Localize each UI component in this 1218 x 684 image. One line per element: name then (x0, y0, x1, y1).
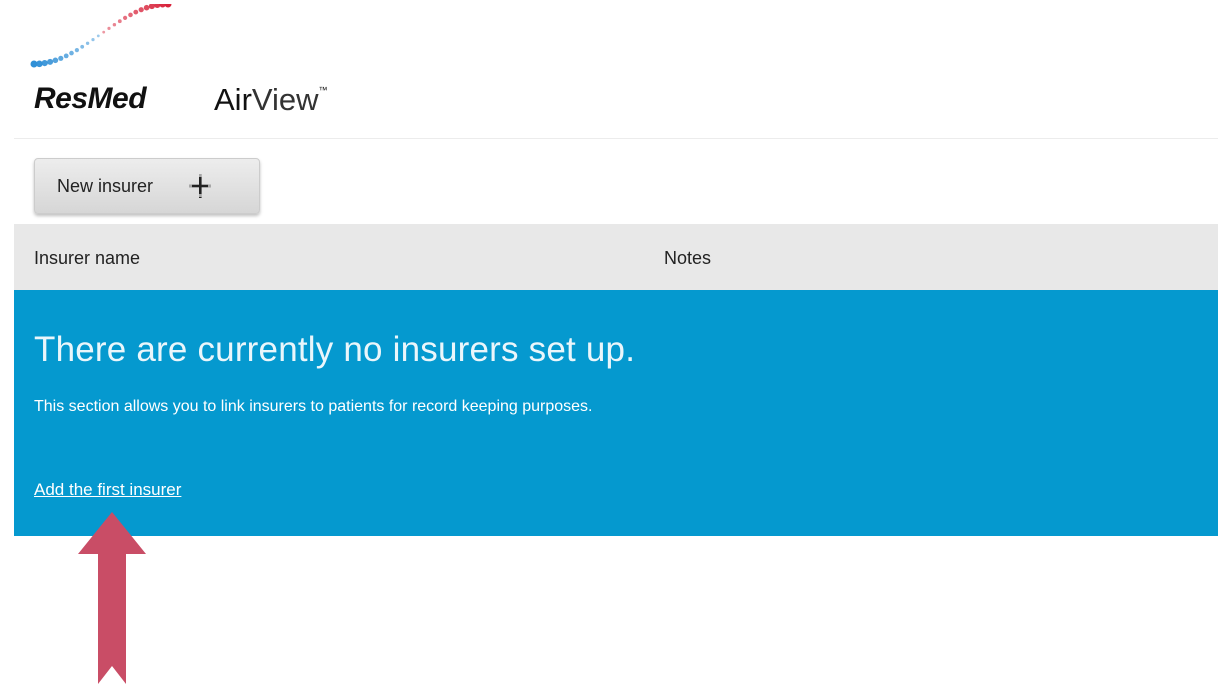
up-arrow-annotation-icon (78, 512, 146, 684)
product-name: AirView™ (214, 82, 328, 118)
page: ResMed AirView™ New insurer Insurer name… (0, 0, 1218, 684)
empty-state-title: There are currently no insurers set up. (34, 330, 636, 369)
trademark-symbol: ™ (318, 84, 328, 95)
brand-name: ResMed (34, 82, 147, 115)
plus-icon (189, 174, 212, 198)
column-header-notes[interactable]: Notes (664, 248, 711, 269)
table-header: Insurer name Notes (14, 224, 1218, 290)
new-insurer-button[interactable]: New insurer (34, 158, 260, 214)
empty-state-panel: There are currently no insurers set up. … (14, 290, 1218, 536)
product-name-part1: Air (214, 82, 252, 117)
resmed-wave-logo-icon (30, 4, 172, 68)
header-divider (14, 138, 1218, 139)
product-name-part2: View (251, 82, 319, 117)
new-insurer-label: New insurer (57, 175, 154, 196)
empty-state-description: This section allows you to link insurers… (34, 398, 593, 415)
column-header-insurer-name[interactable]: Insurer name (34, 248, 140, 269)
add-first-insurer-link[interactable]: Add the first insurer (34, 480, 181, 500)
